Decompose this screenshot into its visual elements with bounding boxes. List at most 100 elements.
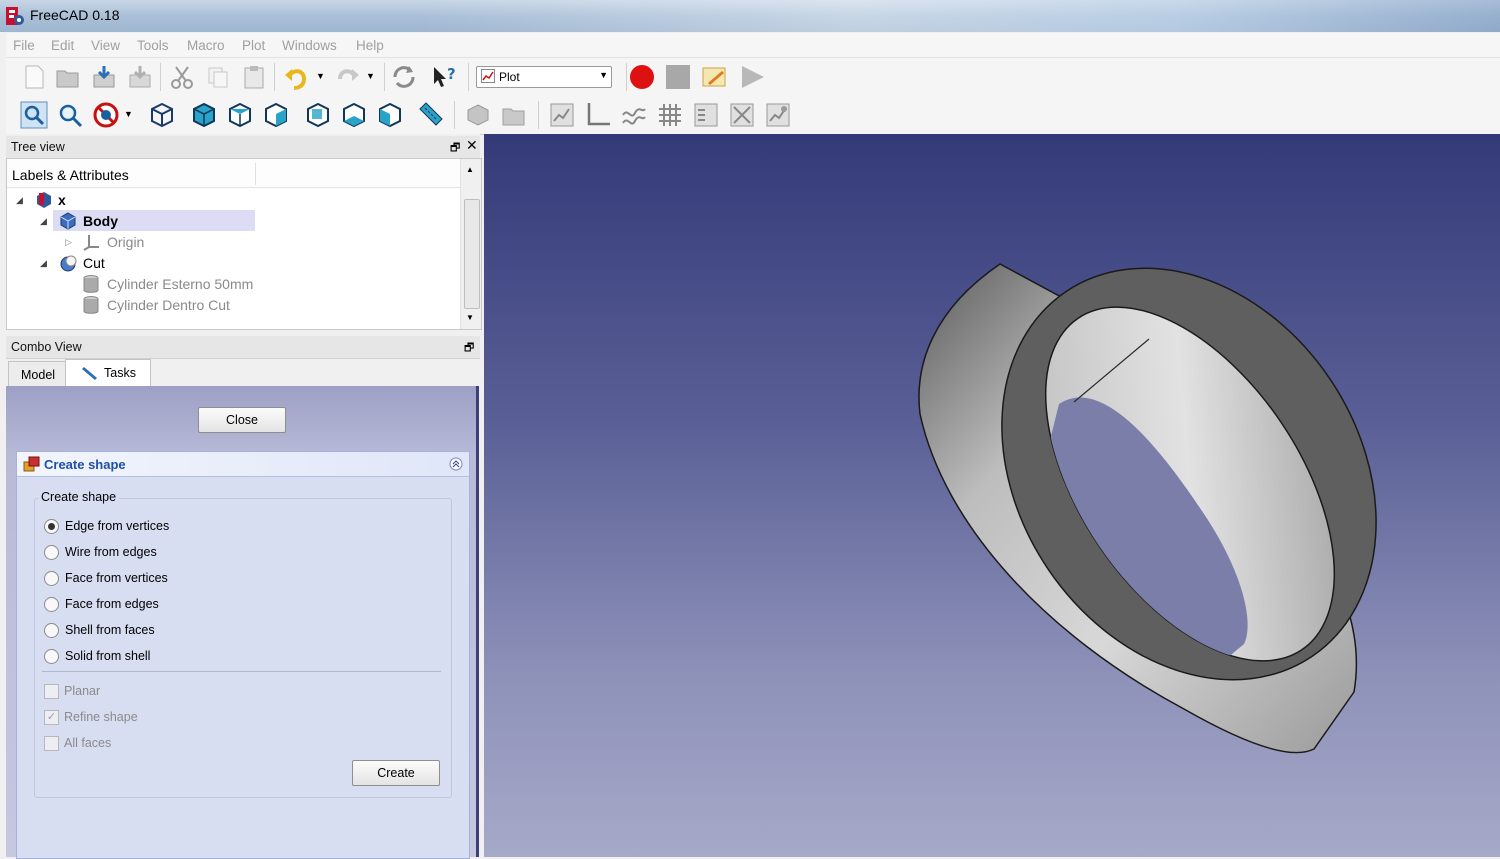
close-icon[interactable]: ✕ bbox=[466, 137, 478, 154]
plot-positions-icon[interactable] bbox=[764, 101, 792, 129]
left-view-icon[interactable] bbox=[376, 101, 404, 129]
tab-tasks[interactable]: Tasks bbox=[65, 359, 151, 387]
option-label[interactable]: Edge from vertices bbox=[65, 519, 169, 533]
run-macro-icon[interactable] bbox=[738, 63, 766, 91]
boolean-cut-icon bbox=[60, 255, 77, 272]
tree-view[interactable]: Labels & Attributes ▲ ▼ ◢ x ◢ Body ▷ Ori… bbox=[6, 158, 482, 330]
open-folder-icon[interactable] bbox=[54, 63, 82, 91]
expand-arrow-icon[interactable]: ◢ bbox=[40, 258, 47, 269]
freecad-app-icon bbox=[6, 7, 24, 25]
measure-distance-icon[interactable] bbox=[416, 101, 444, 129]
menu-edit[interactable]: Edit bbox=[51, 38, 74, 53]
tree-node-body[interactable]: Body bbox=[83, 213, 118, 229]
plot-grid-icon[interactable] bbox=[656, 101, 684, 129]
menu-macro[interactable]: Macro bbox=[187, 38, 225, 53]
right-view-icon[interactable] bbox=[262, 101, 290, 129]
checkbox-label[interactable]: Planar bbox=[64, 684, 100, 698]
tab-model[interactable]: Model bbox=[8, 361, 66, 387]
rear-view-icon[interactable] bbox=[304, 101, 332, 129]
tree-node-cylinder-dentro[interactable]: Cylinder Dentro Cut bbox=[107, 297, 230, 313]
whats-this-icon[interactable]: ? bbox=[430, 63, 458, 91]
create-shape-panel-header[interactable]: Create shape bbox=[17, 452, 469, 477]
chevron-down-icon: ▼ bbox=[599, 70, 608, 80]
cut-icon[interactable] bbox=[168, 63, 196, 91]
workbench-selector[interactable]: Plot ▼ bbox=[476, 66, 612, 88]
menu-windows[interactable]: Windows bbox=[282, 38, 337, 53]
checkbox-all-faces[interactable] bbox=[44, 736, 59, 751]
menu-tools[interactable]: Tools bbox=[137, 38, 169, 53]
plot-save-icon[interactable] bbox=[548, 101, 576, 129]
edit-macro-icon[interactable] bbox=[700, 63, 728, 91]
draw-style-icon[interactable] bbox=[92, 101, 120, 129]
tree-node-origin[interactable]: Origin bbox=[107, 234, 144, 250]
option-label[interactable]: Wire from edges bbox=[65, 545, 157, 559]
create-button[interactable]: Create bbox=[352, 760, 440, 786]
isometric-view-icon[interactable] bbox=[148, 101, 176, 129]
undo-icon[interactable] bbox=[282, 63, 310, 91]
menu-file[interactable]: File bbox=[13, 38, 35, 53]
refresh-icon[interactable] bbox=[390, 63, 418, 91]
fit-selection-icon[interactable] bbox=[56, 101, 84, 129]
expand-arrow-icon[interactable]: ◢ bbox=[40, 216, 47, 227]
scroll-up-icon[interactable]: ▲ bbox=[466, 165, 474, 174]
collapse-arrow-icon[interactable]: ▷ bbox=[65, 237, 72, 248]
3d-viewport[interactable] bbox=[484, 134, 1500, 857]
expand-arrow-icon[interactable]: ◢ bbox=[16, 195, 23, 206]
tree-scrollbar[interactable]: ▲ ▼ bbox=[460, 159, 481, 329]
plot-labels-icon[interactable] bbox=[728, 101, 756, 129]
record-macro-icon[interactable] bbox=[628, 63, 656, 91]
option-label[interactable]: Face from edges bbox=[65, 597, 159, 611]
option-label[interactable]: Solid from shell bbox=[65, 649, 150, 663]
collapse-panel-icon[interactable] bbox=[449, 457, 463, 471]
front-view-icon[interactable] bbox=[190, 101, 218, 129]
body-icon bbox=[60, 212, 76, 230]
bottom-view-icon[interactable] bbox=[340, 101, 368, 129]
redo-dropdown-icon[interactable]: ▼ bbox=[366, 71, 375, 81]
workbench-label: Plot bbox=[499, 70, 520, 84]
radio-edge-from-vertices[interactable] bbox=[44, 519, 59, 534]
tree-column-header[interactable]: Labels & Attributes bbox=[7, 159, 461, 188]
float-icon[interactable]: 🗗 bbox=[464, 339, 474, 358]
copy-icon[interactable] bbox=[204, 63, 232, 91]
toolbar-separator bbox=[468, 63, 469, 91]
tree-node-cut[interactable]: Cut bbox=[83, 255, 105, 271]
radio-solid-from-shell[interactable] bbox=[44, 649, 59, 664]
view-toolbar: ▼ bbox=[6, 96, 1500, 135]
ring-model[interactable] bbox=[484, 134, 1500, 857]
toolbar-separator bbox=[626, 63, 627, 91]
checkbox-refine-shape[interactable]: ✓ bbox=[44, 710, 59, 725]
menu-plot[interactable]: Plot bbox=[242, 38, 265, 53]
checkbox-label[interactable]: All faces bbox=[64, 736, 111, 750]
radio-shell-from-faces[interactable] bbox=[44, 623, 59, 638]
plot-series-icon[interactable] bbox=[620, 101, 648, 129]
paste-icon[interactable] bbox=[240, 63, 268, 91]
top-view-icon[interactable] bbox=[226, 101, 254, 129]
plot-legend-icon[interactable] bbox=[692, 101, 720, 129]
float-icon[interactable]: 🗗 bbox=[450, 139, 460, 158]
menu-help[interactable]: Help bbox=[356, 38, 384, 53]
plot-axes-icon[interactable] bbox=[584, 101, 612, 129]
scroll-down-icon[interactable]: ▼ bbox=[466, 313, 474, 322]
tree-node-document[interactable]: x bbox=[58, 192, 66, 208]
radio-face-from-vertices[interactable] bbox=[44, 571, 59, 586]
create-group-icon[interactable] bbox=[500, 101, 528, 129]
scroll-thumb[interactable] bbox=[464, 199, 480, 309]
fit-all-icon[interactable] bbox=[20, 101, 48, 129]
undo-dropdown-icon[interactable]: ▼ bbox=[316, 71, 325, 81]
draw-style-dropdown-icon[interactable]: ▼ bbox=[124, 109, 133, 119]
option-label[interactable]: Shell from faces bbox=[65, 623, 155, 637]
checkbox-planar[interactable] bbox=[44, 684, 59, 699]
tree-node-cylinder-esterno[interactable]: Cylinder Esterno 50mm bbox=[107, 276, 253, 292]
close-button[interactable]: Close bbox=[198, 407, 286, 433]
save-as-icon[interactable] bbox=[126, 63, 154, 91]
save-icon[interactable] bbox=[90, 63, 118, 91]
stop-macro-icon[interactable] bbox=[664, 63, 692, 91]
redo-icon[interactable] bbox=[334, 63, 362, 91]
create-part-icon[interactable] bbox=[464, 101, 492, 129]
option-label[interactable]: Face from vertices bbox=[65, 571, 168, 585]
checkbox-label[interactable]: Refine shape bbox=[64, 710, 138, 724]
radio-face-from-edges[interactable] bbox=[44, 597, 59, 612]
radio-wire-from-edges[interactable] bbox=[44, 545, 59, 560]
new-document-icon[interactable] bbox=[20, 63, 48, 91]
menu-view[interactable]: View bbox=[91, 38, 120, 53]
